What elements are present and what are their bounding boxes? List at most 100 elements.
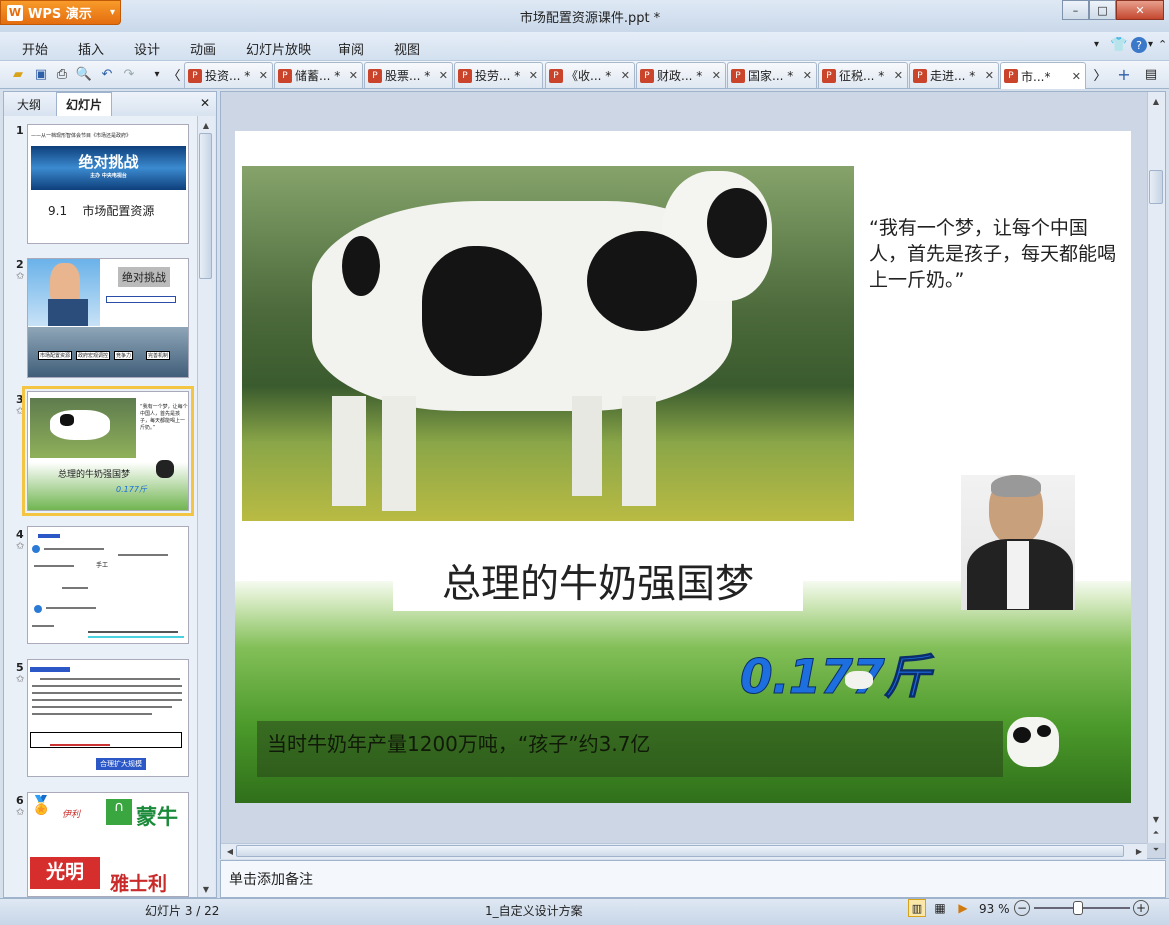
scroll-up-icon[interactable]: ▲ [198, 118, 214, 132]
doc-tab[interactable]: P 走进... * ✕ [909, 62, 999, 88]
redo-icon[interactable]: ↷ [120, 65, 138, 83]
open-icon[interactable]: ▰ [9, 65, 27, 83]
window-title: 市场配置资源课件.ppt * [519, 11, 661, 26]
animation-star-icon: ✩ [16, 541, 25, 552]
menu-slideshow[interactable]: 幻灯片放映 [246, 39, 311, 58]
tab-scroll-right-icon[interactable]: 〉 [1091, 65, 1109, 84]
olympic-logo-icon: 🏅 [30, 795, 53, 816]
sorter-view-icon[interactable]: ▦ [931, 899, 949, 917]
zoom-level: 93 % [979, 902, 1010, 916]
scroll-up-icon[interactable]: ▲ [1148, 94, 1164, 108]
chevron-down-icon[interactable]: ▾ [1094, 39, 1099, 50]
next-slide-icon[interactable]: ⏷ [1148, 843, 1164, 857]
doc-tab[interactable]: P 投资... * ✕ [184, 62, 273, 88]
close-tab-icon[interactable]: ✕ [621, 69, 630, 82]
number-wordart[interactable]: 0.177斤 [740, 638, 932, 707]
close-tab-icon[interactable]: ✕ [529, 69, 538, 82]
chevron-down-icon: ▾ [109, 7, 115, 18]
tab-outline[interactable]: 大纲 [8, 92, 50, 116]
ppt-file-icon: P [913, 68, 927, 83]
close-tab-icon[interactable]: ✕ [259, 69, 268, 82]
thumb-number: 5 [16, 661, 24, 674]
scrollbar-thumb[interactable] [199, 133, 212, 279]
tab-list-icon[interactable]: ▤ [1142, 65, 1160, 83]
ppt-file-icon: P [731, 68, 745, 83]
scroll-right-icon[interactable]: ▶ [1131, 844, 1147, 858]
slideshow-view-icon[interactable]: ▶ [954, 899, 972, 917]
animation-star-icon: ✩ [16, 674, 25, 685]
menu-home[interactable]: 开始 [22, 39, 48, 58]
collapse-ribbon-icon[interactable]: ⌃ [1158, 38, 1167, 51]
notes-placeholder[interactable]: 单击添加备注 [229, 869, 313, 889]
panel-close-button[interactable]: ✕ [200, 96, 210, 110]
skin-icon[interactable]: 👕 [1110, 37, 1127, 53]
doc-tab-active[interactable]: P 市...* ✕ [1000, 62, 1086, 89]
print-preview-icon[interactable]: 🔍 [75, 65, 93, 83]
undo-icon[interactable]: ↶ [98, 65, 116, 83]
close-tab-icon[interactable]: ✕ [439, 69, 448, 82]
quote-text[interactable]: “我有一个梦，让每个中国人，首先是孩子，每天都能喝上一斤奶。” [869, 215, 1125, 293]
close-tab-icon[interactable]: ✕ [894, 69, 903, 82]
slide-thumbnail-4[interactable]: 手工 [27, 526, 189, 644]
zoom-in-icon[interactable]: + [1133, 900, 1149, 916]
print-icon[interactable]: ⎙ [53, 65, 71, 83]
slide-thumbnail-2[interactable]: 绝对挑战 市场配置资源 政府宏观调控 竞争力 完善机制 [27, 258, 189, 378]
doc-tab[interactable]: P 国家... * ✕ [727, 62, 817, 88]
menu-bar [0, 32, 1169, 60]
doc-tab[interactable]: P 投劳... * ✕ [454, 62, 543, 88]
close-tab-icon[interactable]: ✕ [803, 69, 812, 82]
save-icon[interactable]: ▣ [32, 65, 50, 83]
new-tab-icon[interactable]: + [1115, 65, 1133, 84]
scroll-down-icon[interactable]: ▼ [198, 882, 214, 896]
animation-star-icon: ✩ [16, 271, 25, 282]
notes-pane[interactable] [220, 860, 1166, 898]
chevron-down-icon[interactable]: ▾ [1148, 39, 1153, 50]
slide-thumbnail-1[interactable]: ——从一档现形智体会节目《市场还是政府》 绝对挑战 主办 中央电视台 9.1 市… [27, 124, 189, 244]
ppt-file-icon: P [188, 68, 202, 83]
zoom-out-icon[interactable]: − [1014, 900, 1030, 916]
doc-tab[interactable]: P 股票... * ✕ [364, 62, 453, 88]
maximize-button[interactable]: □ [1089, 0, 1116, 20]
customize-toolbar-icon[interactable]: ▾ [148, 65, 166, 83]
doc-tab[interactable]: P 征税... * ✕ [818, 62, 908, 88]
scroll-down-icon[interactable]: ▼ [1148, 812, 1164, 826]
slide-thumbnail-6[interactable]: 🏅 伊利 ∩ 蒙牛 光明 雅士利 [27, 792, 189, 897]
slide-thumbnail-5[interactable]: 合理扩大规模 [27, 659, 189, 777]
bottom-caption[interactable]: 当时牛奶年产量1200万吨，“孩子”约3.7亿 [267, 728, 650, 757]
doc-tab[interactable]: P 储蓄... * ✕ [274, 62, 363, 88]
app-logo-label: WPS 演示 [28, 7, 92, 22]
cow-standing-image [1007, 717, 1059, 767]
tab-slides[interactable]: 幻灯片 [56, 92, 113, 116]
slide-title[interactable]: 总理的牛奶强国梦 [393, 558, 803, 611]
close-button[interactable]: ✕ [1116, 0, 1164, 20]
close-tab-icon[interactable]: ✕ [712, 69, 721, 82]
close-tab-icon[interactable]: ✕ [349, 69, 358, 82]
menu-view[interactable]: 视图 [394, 39, 420, 58]
doc-tab[interactable]: P 《收... * ✕ [545, 62, 635, 88]
menu-design[interactable]: 设计 [134, 39, 160, 58]
menu-insert[interactable]: 插入 [78, 39, 104, 58]
ppt-file-icon: P [458, 68, 472, 83]
normal-view-icon[interactable]: ▥ [908, 899, 926, 917]
premier-photo [961, 475, 1075, 610]
close-tab-icon[interactable]: ✕ [1072, 70, 1081, 83]
ppt-file-icon: P [822, 68, 836, 83]
canvas-scrollbar[interactable] [1147, 92, 1165, 843]
prev-slide-icon[interactable]: ⏶ [1148, 826, 1164, 840]
doc-tab[interactable]: P 财政... * ✕ [636, 62, 726, 88]
scrollbar-thumb[interactable] [236, 845, 1124, 857]
menu-review[interactable]: 审阅 [338, 39, 364, 58]
minimize-button[interactable]: – [1062, 0, 1089, 20]
thumb-number: 6 [16, 794, 24, 807]
menu-animation[interactable]: 动画 [190, 39, 216, 58]
slide-thumbnail-3[interactable]: “我有一个梦，让每个中国人，首先是孩子，每天都能喝上一斤奶。” 总理的牛奶强国梦… [22, 386, 194, 516]
tab-scroll-left-icon[interactable]: 〈 [165, 65, 183, 84]
wps-app-menu-button[interactable]: W WPS 演示 ▾ [0, 0, 121, 25]
slide-3[interactable]: “我有一个梦，让每个中国人，首先是孩子，每天都能喝上一斤奶。” 总理的牛奶强国梦… [235, 131, 1131, 803]
scrollbar-thumb[interactable] [1149, 170, 1163, 204]
close-tab-icon[interactable]: ✕ [985, 69, 994, 82]
help-icon[interactable]: ? [1131, 37, 1147, 53]
zoom-slider-handle[interactable] [1073, 901, 1083, 915]
ppt-file-icon: P [549, 68, 563, 83]
small-cow-image [845, 671, 873, 689]
